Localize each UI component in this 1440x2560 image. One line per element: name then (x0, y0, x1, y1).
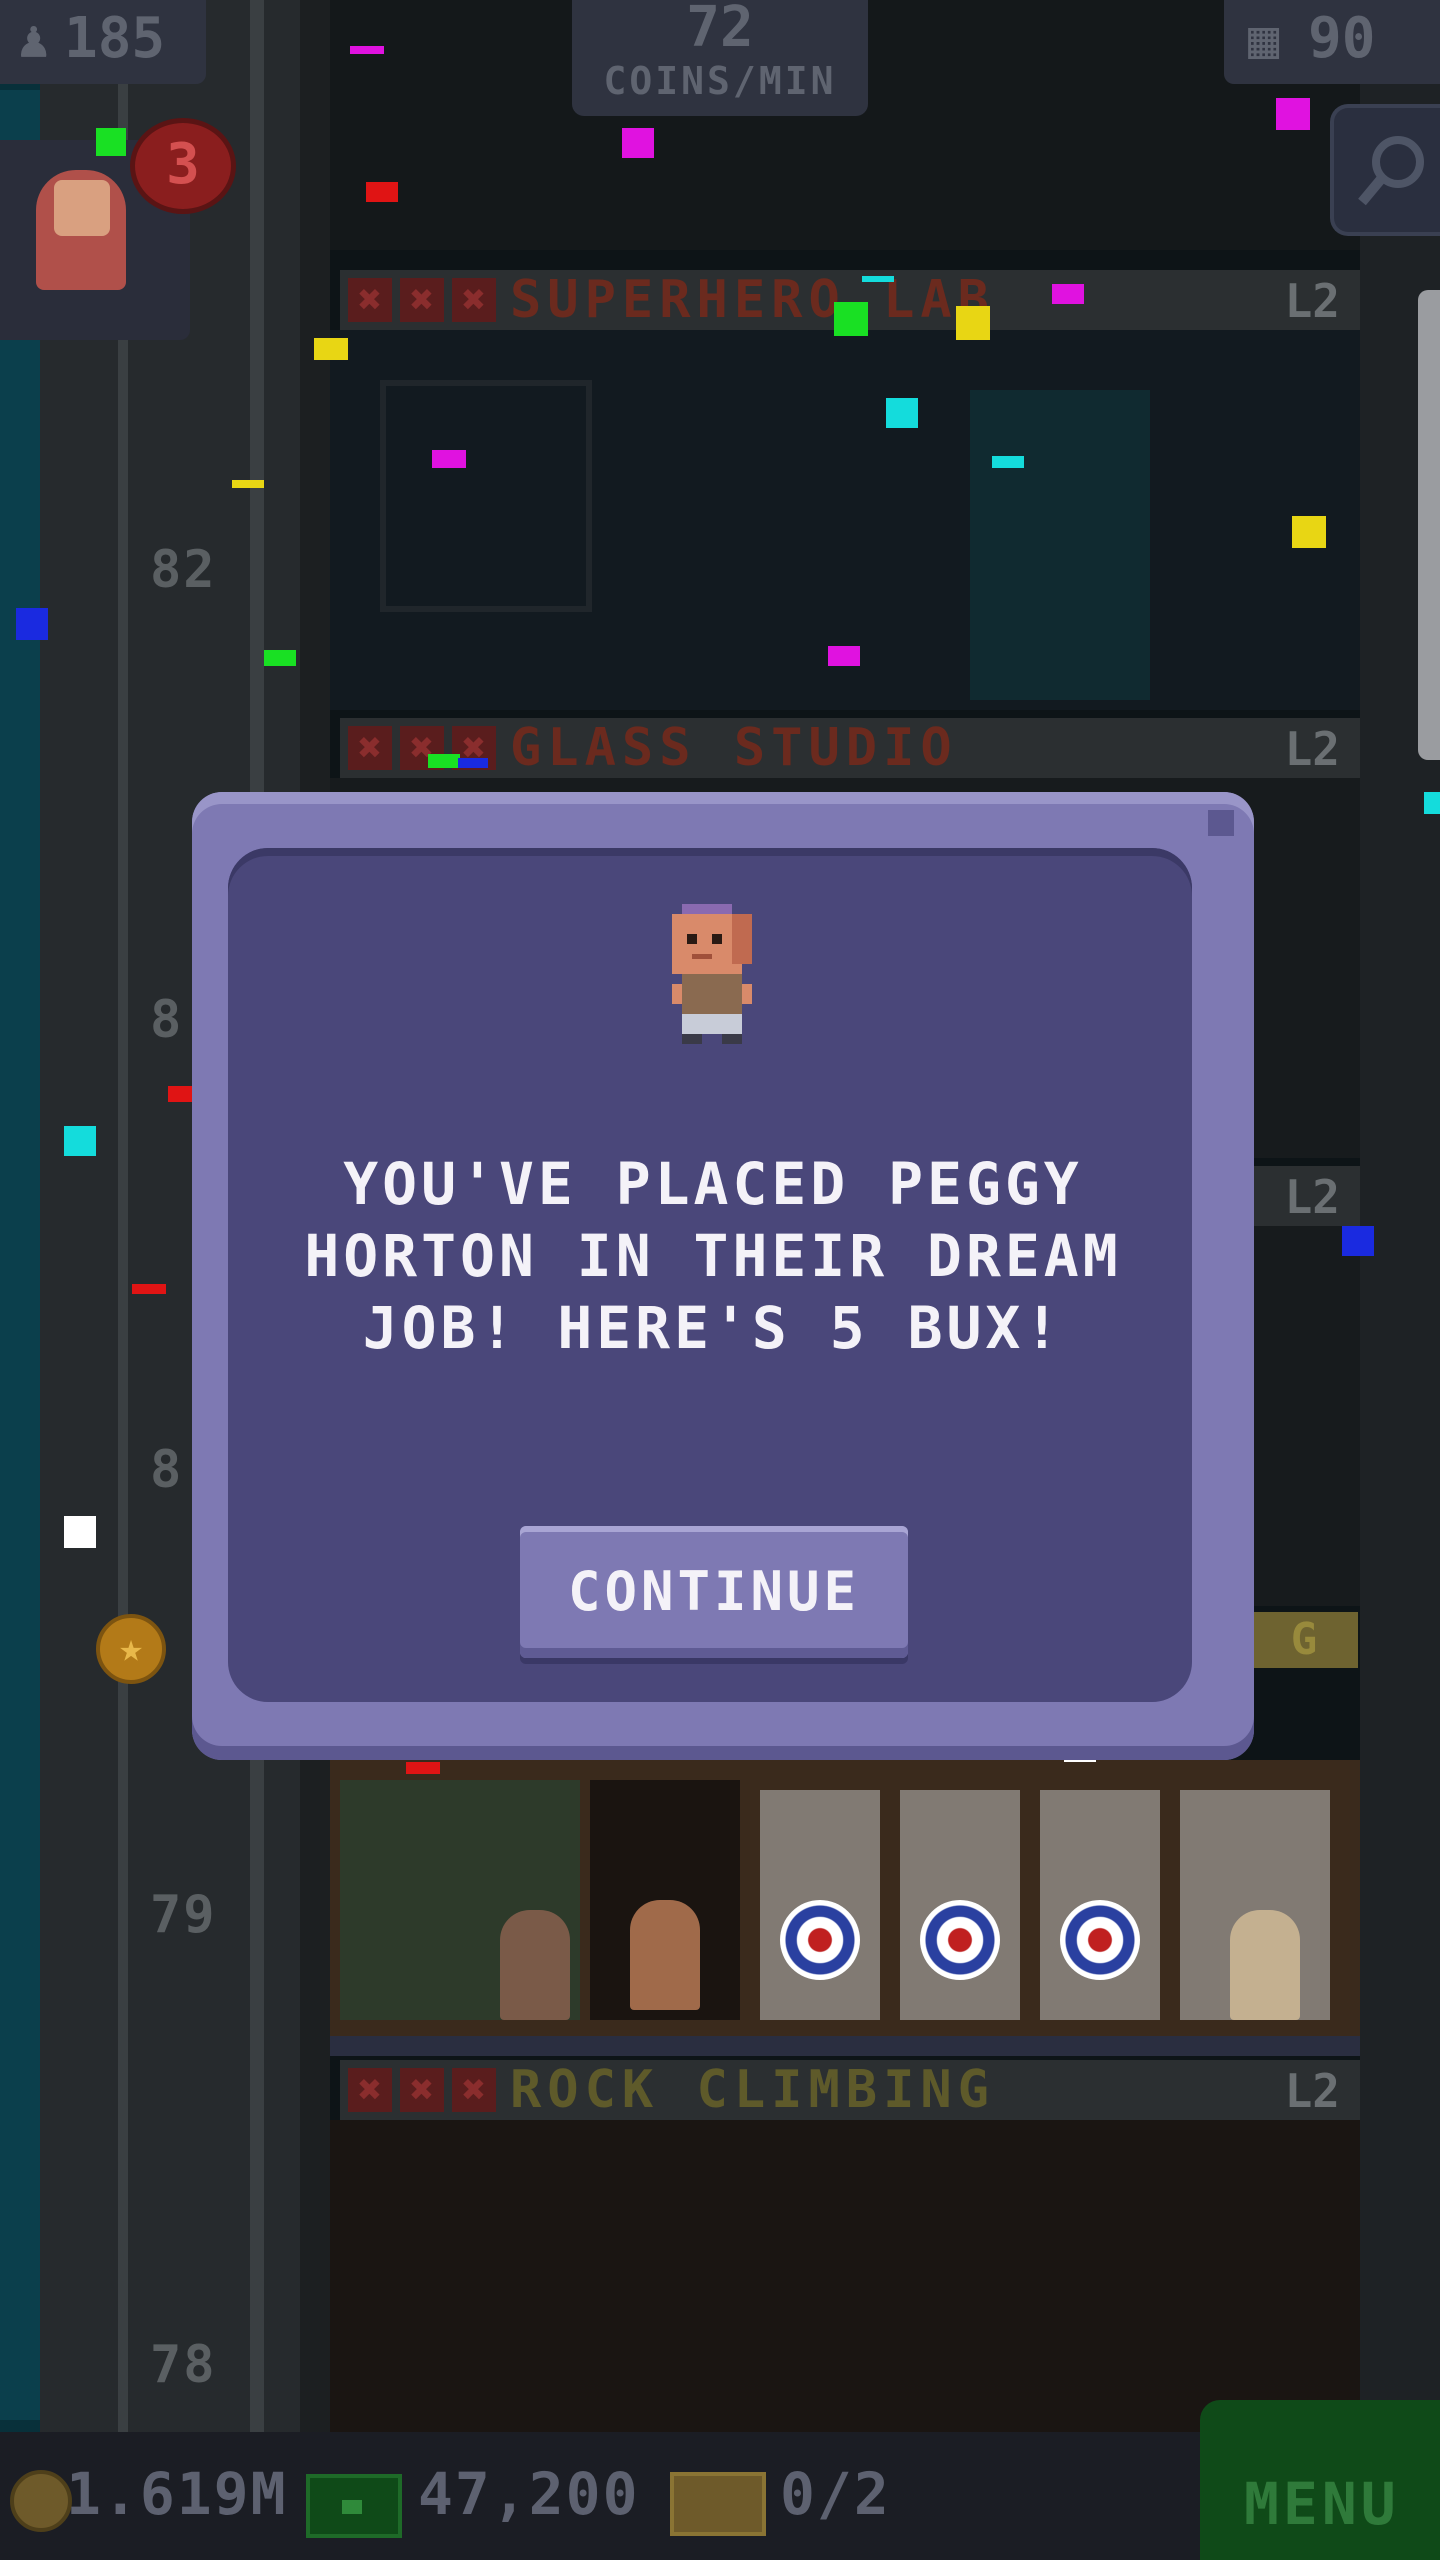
room-archery[interactable] (330, 1760, 1360, 2040)
red-x-icon: ✖ (400, 2068, 444, 2112)
floor-level: L2 (1284, 274, 1340, 328)
floor-name: SUPERHERO LAB (510, 270, 995, 330)
star-coin-icon[interactable]: ★ (96, 1614, 166, 1684)
bitizen-sprite[interactable] (630, 1900, 700, 2010)
dialog-message: YOU'VE PLACED PEGGY HORTON IN THEIR DREA… (304, 1150, 1122, 1362)
floor-name: GLASS STUDIO (510, 718, 958, 778)
coin-icon (10, 2470, 72, 2532)
bux-value: 47,200 (418, 2460, 640, 2528)
red-x-icon: ✖ (348, 2068, 392, 2112)
population-counter[interactable]: ♟ 185 (0, 0, 206, 84)
sky-strip (0, 0, 40, 2440)
menu-label: MENU (1244, 2470, 1400, 2538)
population-value: 185 (64, 6, 166, 71)
bitizen-avatar-icon (672, 904, 752, 1044)
continue-label: CONTINUE (567, 1560, 861, 1623)
floors-value: 90 (1308, 6, 1376, 71)
continue-button[interactable]: CONTINUE (520, 1526, 908, 1658)
floors-counter[interactable]: ▦ 90 (1224, 0, 1440, 84)
floor-level: L2 (1284, 1170, 1340, 1224)
red-x-icon: ✖ (348, 278, 392, 322)
coins-rate-value: 72 (686, 0, 754, 60)
dialog-body: YOU'VE PLACED PEGGY HORTON IN THEIR DREA… (228, 848, 1192, 1702)
target-icon (1060, 1900, 1140, 1980)
floor-number: 8 (150, 1440, 184, 1500)
coins-value: 1.619M (66, 2460, 288, 2528)
red-x-icon: ✖ (400, 278, 444, 322)
notification-badge[interactable]: 3 (130, 118, 236, 214)
scroll-handle[interactable] (1418, 290, 1440, 760)
reward-dialog: YOU'VE PLACED PEGGY HORTON IN THEIR DREA… (192, 792, 1254, 1760)
bitizen-sprite[interactable] (1230, 1910, 1300, 2020)
target-icon (920, 1900, 1000, 1980)
search-button[interactable] (1330, 104, 1440, 236)
floor-number: 82 (150, 540, 217, 600)
red-x-icon: ✖ (452, 2068, 496, 2112)
target-icon (780, 1900, 860, 1980)
ticket-icon (670, 2472, 766, 2536)
floor-number: 78 (150, 2335, 217, 2395)
floor-title-bar[interactable]: ✖ ✖ ✖ ROCK CLIMBING L2 (340, 2060, 1360, 2120)
bux-icon (306, 2474, 402, 2538)
room-rock-climbing[interactable] (330, 2120, 1360, 2432)
tickets-value: 0/2 (780, 2460, 891, 2528)
coins-rate-unit: COINS/MIN (603, 59, 837, 103)
floor-level: L2 (1284, 722, 1340, 776)
person-icon: ♟ (18, 10, 50, 70)
floor-name: ROCK CLIMBING (510, 2060, 995, 2120)
coins-per-min-display: 72 COINS/MIN (572, 0, 868, 116)
menu-button[interactable]: MENU (1200, 2400, 1440, 2560)
floor-number: 8 (150, 990, 184, 1050)
building-icon: ▦ (1248, 10, 1280, 70)
red-x-icon: ✖ (452, 278, 496, 322)
elevator-rail (118, 0, 128, 2440)
gold-tag: G (1250, 1612, 1358, 1668)
floor-level: L2 (1284, 2064, 1340, 2118)
bitizen-sprite[interactable] (500, 1910, 570, 2020)
floor-number: 79 (150, 1885, 217, 1945)
search-icon (1358, 136, 1424, 206)
floor-title-bar[interactable]: ✖ ✖ ✖ GLASS STUDIO L2 (340, 718, 1360, 778)
red-x-icon: ✖ (348, 726, 392, 770)
